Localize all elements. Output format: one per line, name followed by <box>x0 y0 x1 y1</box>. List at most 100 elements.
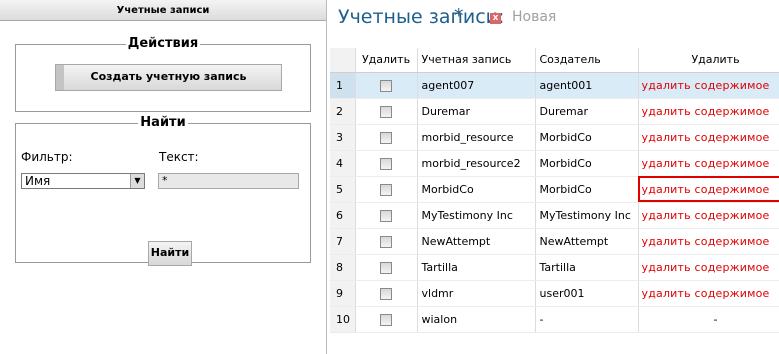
actions-group: Действия Создать учетную запись <box>15 36 311 112</box>
delete-checkbox[interactable] <box>380 157 392 170</box>
row-delete-cell-link: удалить содержимое <box>638 202 779 229</box>
row-number: 9 <box>330 280 356 307</box>
empty-value: - <box>713 312 718 326</box>
delete-checkbox[interactable] <box>380 287 392 300</box>
column-header-account[interactable]: Учетная запись <box>417 48 536 73</box>
delete-checkbox[interactable] <box>380 235 392 248</box>
row-delete-cell <box>355 124 418 151</box>
tab-new[interactable]: Новая <box>512 9 556 25</box>
row-delete-cell <box>355 280 418 307</box>
table-row[interactable]: 7 NewAttempt NewAttempt удалить содержимое <box>330 228 779 255</box>
row-number: 5 <box>330 176 356 203</box>
row-delete-cell <box>355 202 418 229</box>
table-row[interactable]: 6 MyTestimony Inc MyTestimony Inc удалить с… <box>330 202 779 229</box>
row-number: 3 <box>330 124 356 151</box>
row-delete-cell <box>355 306 418 333</box>
row-number: 4 <box>330 150 356 177</box>
delete-checkbox[interactable] <box>380 79 392 92</box>
tab-bar: Учетные записи: * x Новая <box>330 0 779 38</box>
column-header-delete-check[interactable]: Удалить <box>355 48 418 73</box>
delete-contents-link[interactable]: удалить содержимое <box>642 105 770 118</box>
table-row[interactable]: 5 MorbidCo MorbidCo удалить содержимое <box>330 176 779 203</box>
table-row[interactable]: 1 agent007 agent001 удалить содержимое <box>330 72 779 99</box>
delete-checkbox[interactable] <box>380 209 392 222</box>
find-legend: Найти <box>140 115 186 130</box>
row-delete-cell <box>355 228 418 255</box>
close-icon[interactable]: x <box>490 13 501 24</box>
account-name[interactable]: NewAttempt <box>417 228 536 255</box>
creator-name: Tartilla <box>535 254 639 281</box>
row-delete-cell-link: удалить содержимое <box>638 280 779 307</box>
filter-label: Фильтр: <box>21 150 73 164</box>
row-delete-cell-link: удалить содержимое <box>638 72 779 99</box>
creator-name: Duremar <box>535 98 639 125</box>
creator-name: MorbidCo <box>535 150 639 177</box>
delete-checkbox[interactable] <box>380 261 392 274</box>
row-number: 2 <box>330 98 356 125</box>
account-name[interactable]: wialon <box>417 306 536 333</box>
search-text-input[interactable]: * <box>158 173 299 189</box>
delete-contents-link[interactable]: удалить содержимое <box>642 235 770 248</box>
delete-contents-link[interactable]: удалить содержимое <box>642 131 770 144</box>
text-label: Текст: <box>159 150 199 164</box>
table-row[interactable]: 3 morbid_resource MorbidCo удалить содержим… <box>330 124 779 151</box>
account-name[interactable]: morbid_resource2 <box>417 150 536 177</box>
left-panel-header: Учетные записи <box>0 0 326 21</box>
creator-name: MorbidCo <box>535 124 639 151</box>
tab-accounts[interactable]: Учетные записи: <box>338 6 504 28</box>
creator-name: NewAttempt <box>535 228 639 255</box>
account-name[interactable]: morbid_resource <box>417 124 536 151</box>
row-number: 7 <box>330 228 356 255</box>
row-delete-cell <box>355 150 418 177</box>
table-row[interactable]: 4 morbid_resource2 MorbidCo удалить содержи… <box>330 150 779 177</box>
create-account-button[interactable]: Создать учетную запись <box>55 64 282 91</box>
account-name[interactable]: agent007 <box>417 72 536 99</box>
account-name[interactable]: Tartilla <box>417 254 536 281</box>
row-delete-cell <box>355 98 418 125</box>
left-panel: Учетные записи Действия Создать учетную … <box>0 0 327 354</box>
creator-name: MorbidCo <box>535 176 639 203</box>
account-name[interactable]: vldmr <box>417 280 536 307</box>
row-delete-cell <box>355 176 418 203</box>
account-name[interactable]: MorbidCo <box>417 176 536 203</box>
row-delete-cell-link: удалить содержимое <box>638 254 779 281</box>
create-account-button-label: Создать учетную запись <box>90 70 247 83</box>
row-delete-cell-link: удалить содержимое <box>638 98 779 125</box>
column-header-number <box>330 48 356 73</box>
chevron-down-icon[interactable]: ▼ <box>130 174 144 188</box>
account-name[interactable]: MyTestimony Inc <box>417 202 536 229</box>
delete-contents-link[interactable]: удалить содержимое <box>642 157 770 170</box>
delete-checkbox[interactable] <box>380 105 392 118</box>
row-number: 10 <box>330 306 356 333</box>
table-row[interactable]: 2 Duremar Duremar удалить содержимое <box>330 98 779 125</box>
table-header-row: Удалить Учетная запись Создатель Удалить <box>330 48 779 73</box>
row-delete-cell-link: удалить содержимое <box>638 150 779 177</box>
delete-contents-link[interactable]: удалить содержимое <box>642 261 770 274</box>
creator-name: - <box>535 306 639 333</box>
right-panel: Учетные записи: * x Новая Удалить Учетна… <box>330 0 779 354</box>
unsaved-marker: * <box>454 5 464 27</box>
account-name[interactable]: Duremar <box>417 98 536 125</box>
find-button[interactable]: Найти <box>148 241 192 266</box>
find-group: Найти Фильтр: Текст: Имя ▼ * Найти <box>15 115 311 266</box>
filter-select[interactable]: Имя ▼ <box>21 173 145 189</box>
delete-checkbox[interactable] <box>380 131 392 144</box>
row-number: 8 <box>330 254 356 281</box>
delete-contents-link[interactable]: удалить содержимое <box>642 183 770 196</box>
delete-checkbox[interactable] <box>380 183 392 196</box>
delete-checkbox[interactable] <box>380 313 392 326</box>
table-row[interactable]: 9 vldmr user001 удалить содержимое <box>330 280 779 307</box>
delete-contents-link[interactable]: удалить содержимое <box>642 79 770 92</box>
row-delete-cell-link: - <box>638 306 779 333</box>
table-row[interactable]: 8 Tartilla Tartilla удалить содержимое <box>330 254 779 281</box>
button-stripe <box>56 65 64 90</box>
table-row[interactable]: 10 wialon - - <box>330 306 779 333</box>
delete-contents-link[interactable]: удалить содержимое <box>642 287 770 300</box>
row-delete-cell-link: удалить содержимое <box>638 228 779 255</box>
delete-contents-link[interactable]: удалить содержимое <box>642 209 770 222</box>
column-header-creator[interactable]: Создатель <box>535 48 639 73</box>
actions-legend: Действия <box>127 36 199 51</box>
row-delete-cell <box>355 72 418 99</box>
creator-name: MyTestimony Inc <box>535 202 639 229</box>
column-header-delete[interactable]: Удалить <box>638 48 779 73</box>
